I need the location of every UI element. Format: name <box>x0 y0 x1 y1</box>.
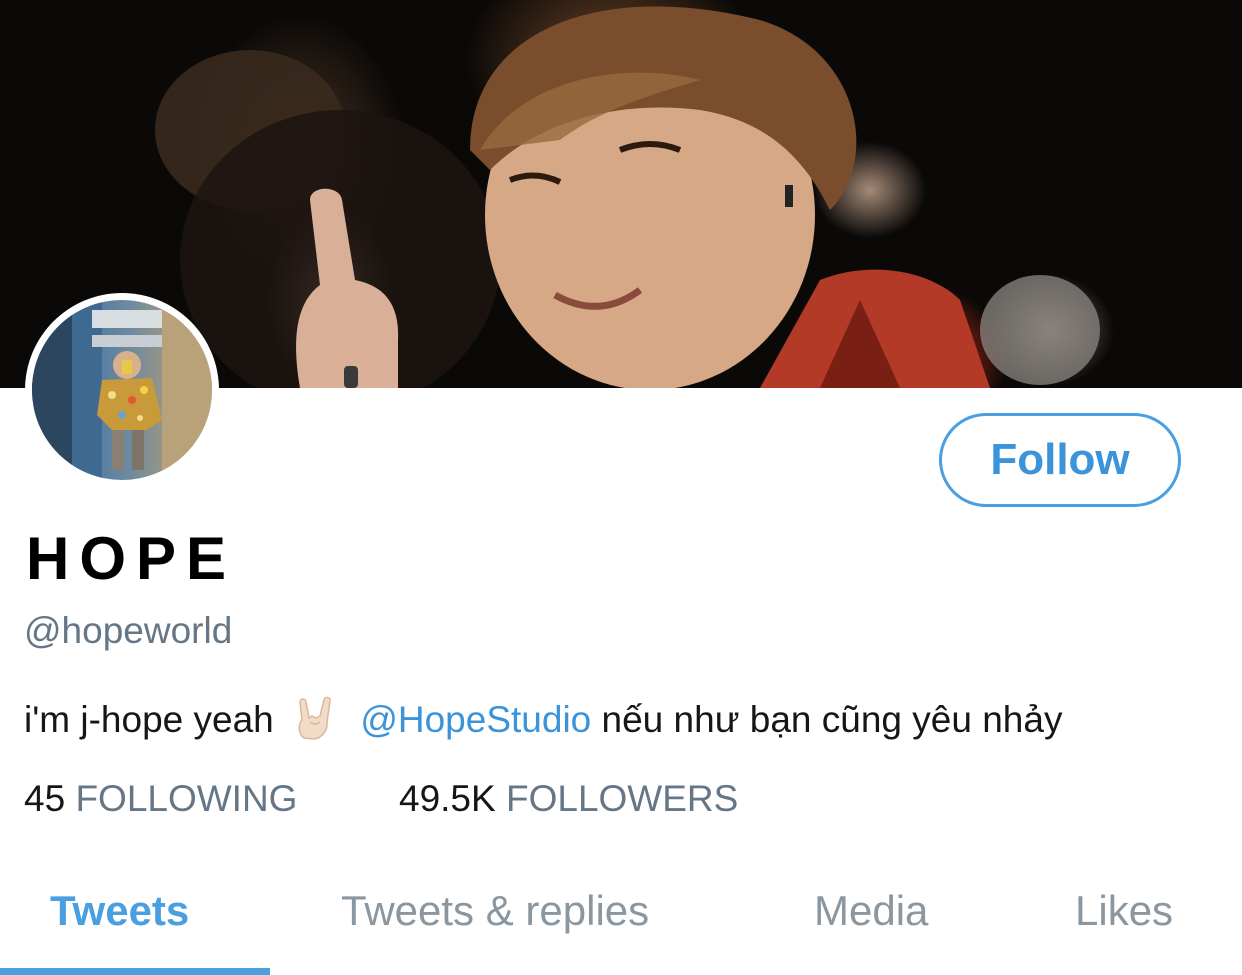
following-stat[interactable]: 45 FOLLOWING <box>24 776 297 822</box>
followers-label: FOLLOWERS <box>505 778 739 819</box>
avatar[interactable] <box>32 300 212 480</box>
bio-text-suffix: nếu như bạn cũng yêu nhảy <box>601 699 1063 740</box>
bio: i'm j-hope yeah @HopeStudio nếu như bạn … <box>24 694 1062 743</box>
user-handle: @hopeworld <box>24 610 233 651</box>
tab-tweets-and-replies[interactable]: Tweets & replies <box>341 886 649 936</box>
follow-button[interactable]: Follow <box>939 413 1181 507</box>
following-count: 45 <box>24 778 66 819</box>
avatar-frame[interactable] <box>25 293 219 487</box>
bio-mention-link[interactable]: @HopeStudio <box>360 699 591 740</box>
tab-media[interactable]: Media <box>814 886 928 936</box>
sign-of-the-horns-icon <box>290 694 338 742</box>
tab-likes[interactable]: Likes <box>1075 886 1173 936</box>
followers-stat[interactable]: 49.5K FOLLOWERS <box>399 776 738 822</box>
profile-tabs: Tweets Tweets & replies Media Likes <box>0 862 1242 975</box>
display-name: HOPE <box>26 525 237 592</box>
tab-tweets[interactable]: Tweets <box>50 886 189 936</box>
following-label: FOLLOWING <box>75 778 298 819</box>
followers-count: 49.5K <box>399 778 496 819</box>
active-tab-indicator <box>0 968 270 975</box>
avatar-photo-art <box>32 300 212 480</box>
bio-text-prefix: i'm j-hope yeah <box>24 699 274 740</box>
